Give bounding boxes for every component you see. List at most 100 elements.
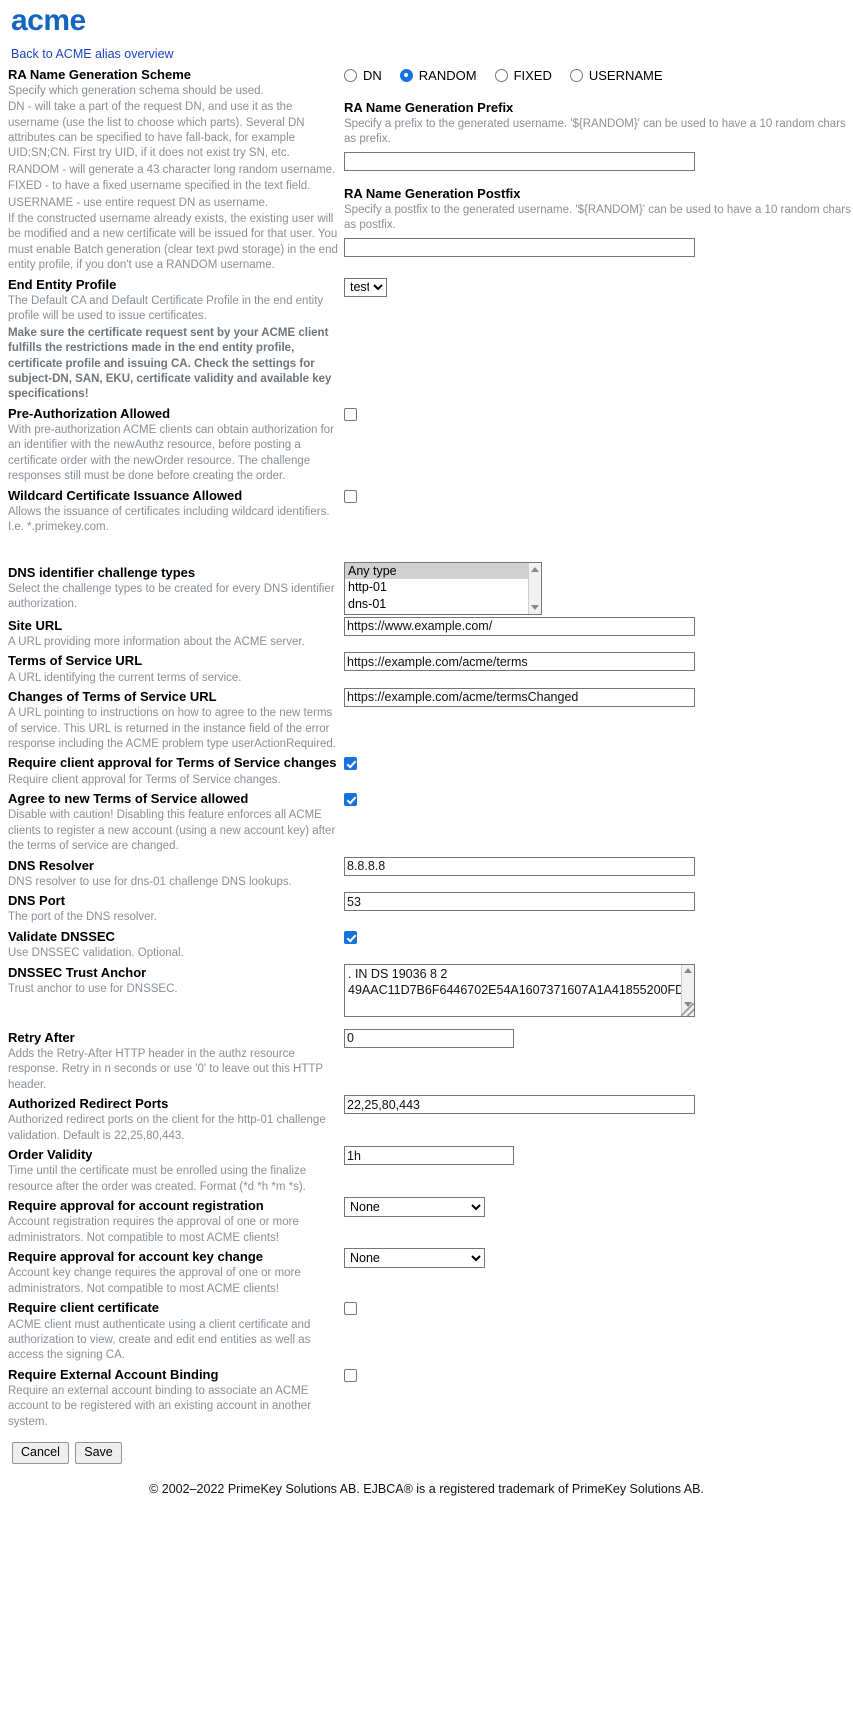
- textarea-scroll-up-arrow-icon[interactable]: [684, 967, 692, 973]
- form-row-approval-account-registration: Require approval for account registratio…: [8, 1195, 853, 1246]
- listbox-option-http-01[interactable]: http-01: [345, 579, 541, 596]
- radio-option-fixed[interactable]: FIXED: [494, 67, 552, 83]
- page-title: acme: [11, 4, 86, 37]
- require-approval-tos-checkbox[interactable]: [344, 757, 357, 771]
- tos-changed-url-help: A URL pointing to instructions on how to…: [8, 707, 336, 751]
- dns-port-input[interactable]: [344, 892, 695, 912]
- postfix-label: RA Name Generation Postfix: [344, 185, 521, 201]
- require-eab-checkbox[interactable]: [344, 1368, 357, 1382]
- acme-settings-form: RA Name Generation Scheme Specify which …: [8, 64, 853, 1431]
- form-row-require-eab: Require External Account Binding Require…: [8, 1364, 853, 1430]
- prefix-label: RA Name Generation Prefix: [344, 99, 514, 115]
- redirect-ports-input[interactable]: [344, 1095, 695, 1114]
- cancel-button[interactable]: Cancel: [12, 1442, 69, 1465]
- radio-fixed-indicator[interactable]: [494, 68, 508, 82]
- pre-authorization-label: Pre-Authorization Allowed: [8, 405, 171, 421]
- form-row-tos-changed-url: Changes of Terms of Service URL A URL po…: [8, 686, 853, 752]
- form-row-require-approval-tos: Require client approval for Terms of Ser…: [8, 752, 853, 788]
- scroll-down-arrow-icon[interactable]: [531, 604, 539, 610]
- require-client-certificate-checkbox[interactable]: [344, 1302, 357, 1316]
- validate-dnssec-label: Validate DNSSEC: [8, 928, 115, 944]
- ra-name-postfix-input[interactable]: [344, 237, 695, 257]
- scheme-label: RA Name Generation Scheme: [8, 66, 192, 82]
- radio-fixed-label: FIXED: [513, 67, 552, 83]
- form-row-dnssec-trust-anchor: DNSSEC Trust Anchor Trust anchor to use …: [8, 962, 853, 1017]
- tos-url-input[interactable]: [344, 652, 695, 672]
- radio-random-indicator[interactable]: [399, 68, 413, 82]
- order-validity-help: Time until the certificate must be enrol…: [8, 1165, 307, 1193]
- listbox-option-dns-01[interactable]: dns-01: [345, 596, 541, 613]
- site-url-help: A URL providing more information about t…: [8, 635, 305, 648]
- pre-authorization-help: With pre-authorization ACME clients can …: [8, 423, 334, 483]
- radio-option-username[interactable]: USERNAME: [569, 67, 663, 83]
- section-spacer: [8, 536, 853, 562]
- dns-resolver-help: DNS resolver to use for dns-01 challenge…: [8, 875, 292, 888]
- radio-option-random[interactable]: RANDOM: [399, 67, 477, 83]
- radio-option-dn[interactable]: DN: [344, 68, 382, 83]
- radio-random-label: RANDOM: [418, 67, 477, 83]
- form-row-dns-resolver: DNS Resolver DNS resolver to use for dns…: [8, 855, 853, 891]
- redirect-ports-help: Authorized redirect ports on the client …: [8, 1114, 326, 1142]
- end-entity-profile-help-strong: Make sure the certificate request sent b…: [8, 326, 332, 401]
- approval-account-registration-select[interactable]: None: [344, 1197, 485, 1218]
- dns-challenge-types-label: DNS identifier challenge types: [8, 564, 196, 580]
- listbox-option-any-type[interactable]: Any type: [345, 562, 541, 580]
- listbox-scrollbar[interactable]: [528, 562, 541, 614]
- textarea-resize-handle-icon[interactable]: [681, 1002, 694, 1016]
- tos-changed-url-input[interactable]: [344, 687, 695, 707]
- back-to-overview-link[interactable]: Back to ACME alias overview: [8, 41, 845, 64]
- order-validity-input[interactable]: [344, 1146, 514, 1166]
- dns-resolver-input[interactable]: [344, 856, 695, 876]
- pre-authorization-checkbox[interactable]: [344, 407, 357, 421]
- validate-dnssec-checkbox[interactable]: [344, 930, 357, 944]
- form-row-site-url: Site URL A URL providing more informatio…: [8, 615, 853, 651]
- require-approval-tos-help: Require client approval for Terms of Ser…: [8, 773, 281, 786]
- require-client-certificate-help: ACME client must authenticate using a cl…: [8, 1318, 311, 1362]
- form-row-approval-key-change: Require approval for account key change …: [8, 1246, 853, 1297]
- end-entity-profile-label: End Entity Profile: [8, 276, 117, 292]
- form-actions: Cancel Save: [8, 1430, 845, 1465]
- end-entity-profile-help: The Default CA and Default Certificate P…: [8, 294, 324, 323]
- approval-key-change-select[interactable]: None: [344, 1248, 485, 1269]
- form-row-end-entity-profile: End Entity Profile The Default CA and De…: [8, 274, 853, 403]
- dns-challenge-types-listbox[interactable]: Any type http-01 dns-01: [344, 561, 542, 615]
- dns-port-label: DNS Port: [8, 893, 66, 909]
- footer-copyright: © 2002–2022 PrimeKey Solutions AB. EJBCA…: [149, 1482, 704, 1497]
- dns-challenge-types-help: Select the challenge types to be created…: [8, 582, 335, 611]
- dnssec-trust-anchor-label: DNSSEC Trust Anchor: [8, 964, 147, 980]
- form-row-require-client-certificate: Require client certificate ACME client m…: [8, 1297, 853, 1363]
- retry-after-label: Retry After: [8, 1029, 75, 1045]
- tos-changed-url-label: Changes of Terms of Service URL: [8, 688, 217, 704]
- require-approval-tos-label: Require client approval for Terms of Ser…: [8, 755, 337, 771]
- dns-resolver-label: DNS Resolver: [8, 857, 94, 873]
- approval-key-change-label: Require approval for account key change: [8, 1249, 264, 1265]
- form-row-pre-authorization: Pre-Authorization Allowed With pre-autho…: [8, 403, 853, 485]
- radio-username-indicator[interactable]: [569, 68, 583, 82]
- tos-url-label: Terms of Service URL: [8, 653, 143, 669]
- dnssec-trust-anchor-textarea[interactable]: . IN DS 19036 8 2 49AAC11D7B6F6446702E54…: [344, 963, 695, 1017]
- site-url-input[interactable]: [344, 616, 695, 636]
- wildcard-checkbox[interactable]: [344, 489, 357, 503]
- retry-after-input[interactable]: [344, 1028, 514, 1048]
- prefix-help: Specify a prefix to the generated userna…: [344, 117, 846, 146]
- scheme-help-2: RANDOM - will generate a 43 character lo…: [8, 163, 336, 176]
- ra-name-prefix-input[interactable]: [344, 151, 695, 171]
- radio-dn-indicator[interactable]: [344, 68, 357, 82]
- dnssec-trust-anchor-value[interactable]: . IN DS 19036 8 2 49AAC11D7B6F6446702E54…: [345, 965, 681, 1000]
- approval-account-registration-help: Account registration requires the approv…: [8, 1216, 299, 1244]
- end-entity-profile-select[interactable]: test: [344, 277, 387, 297]
- scroll-up-arrow-icon[interactable]: [531, 566, 539, 572]
- scheme-help-3: FIXED - to have a fixed username specifi…: [8, 180, 311, 193]
- validate-dnssec-help: Use DNSSEC validation. Optional.: [8, 947, 184, 960]
- postfix-help: Specify a postfix to the generated usern…: [344, 203, 851, 232]
- require-eab-label: Require External Account Binding: [8, 1366, 219, 1382]
- order-validity-label: Order Validity: [8, 1147, 93, 1163]
- save-button[interactable]: Save: [75, 1442, 122, 1465]
- agree-new-tos-checkbox[interactable]: [344, 793, 357, 807]
- dns-port-help: The port of the DNS resolver.: [8, 911, 157, 924]
- form-row-dns-port: DNS Port The port of the DNS resolver.: [8, 890, 853, 926]
- section-spacer-2: [8, 1017, 853, 1027]
- form-row-dns-challenge-types: DNS identifier challenge types Select th…: [8, 561, 853, 615]
- radio-username-label: USERNAME: [588, 67, 663, 83]
- agree-new-tos-label: Agree to new Terms of Service allowed: [8, 791, 249, 807]
